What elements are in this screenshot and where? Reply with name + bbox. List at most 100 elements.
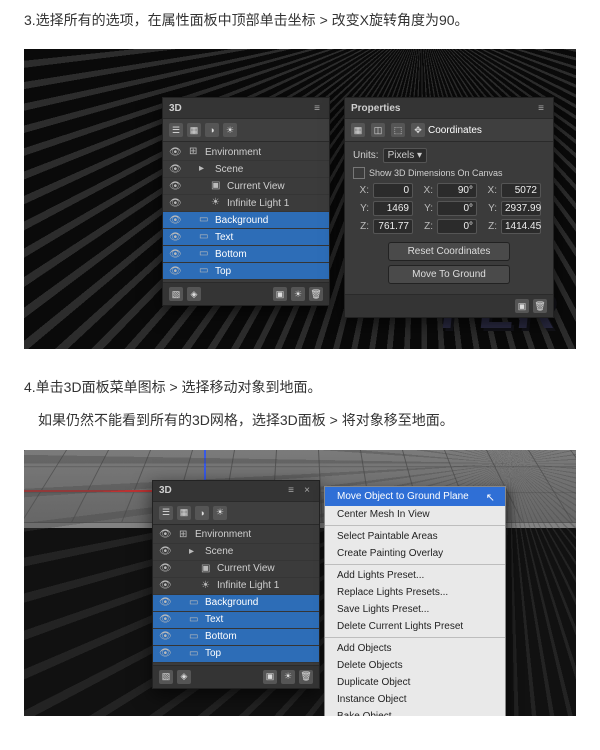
scene-item-environment[interactable]: 👁⊞Environment: [163, 144, 329, 161]
menu-separator: [325, 525, 505, 526]
visibility-eye-icon[interactable]: 👁: [169, 215, 181, 226]
visibility-eye-icon[interactable]: 👁: [159, 614, 171, 625]
z-pos[interactable]: 761.77: [373, 219, 413, 234]
visibility-eye-icon[interactable]: 👁: [169, 164, 181, 175]
scene-item-top[interactable]: 👁▭Top: [153, 646, 319, 663]
tab-coordinates[interactable]: ✥Coordinates: [411, 123, 482, 137]
render-icon[interactable]: ▣: [263, 670, 277, 684]
menu-item-add-objects[interactable]: Add Objects: [325, 640, 505, 657]
x-rot[interactable]: 90°: [437, 183, 477, 198]
item-label: Infinite Light 1: [227, 198, 289, 209]
units-dropdown[interactable]: Pixels ▾: [383, 148, 428, 163]
y-pos[interactable]: 1469: [373, 201, 413, 216]
filter-light-icon[interactable]: ☀: [223, 123, 237, 137]
x-pos[interactable]: 0: [373, 183, 413, 198]
new-light-icon[interactable]: ☀: [291, 287, 305, 301]
scene-item-current-view[interactable]: 👁▣Current View: [163, 178, 329, 195]
item-type-icon: ▸: [199, 163, 211, 175]
menu-item-center-mesh-in-view[interactable]: Center Mesh In View: [325, 506, 505, 523]
scene-item-scene[interactable]: 👁▸Scene: [163, 161, 329, 178]
filter-mesh-icon[interactable]: ▦: [177, 506, 191, 520]
menu-item-duplicate-object[interactable]: Duplicate Object: [325, 674, 505, 691]
visibility-eye-icon[interactable]: 👁: [159, 563, 171, 574]
z-scl[interactable]: 1414.45: [501, 219, 541, 234]
visibility-eye-icon[interactable]: 👁: [169, 249, 181, 260]
trash-icon[interactable]: 🗑: [299, 670, 313, 684]
y-rot-label: Y:: [417, 203, 433, 214]
scene-item-current-view[interactable]: 👁▣Current View: [153, 561, 319, 578]
show-dims-checkbox[interactable]: [353, 167, 365, 179]
visibility-eye-icon[interactable]: 👁: [159, 529, 171, 540]
trash-icon[interactable]: 🗑: [309, 287, 323, 301]
item-label: Environment: [195, 529, 251, 540]
menu-item-replace-lights-presets-[interactable]: Replace Lights Presets...: [325, 584, 505, 601]
menu-item-delete-current-lights-preset[interactable]: Delete Current Lights Preset: [325, 618, 505, 635]
scene-item-infinite-light-1[interactable]: 👁☀Infinite Light 1: [163, 195, 329, 212]
footer-icon[interactable]: ◈: [177, 670, 191, 684]
scene-item-background[interactable]: 👁▭Background: [153, 595, 319, 612]
visibility-eye-icon[interactable]: 👁: [169, 266, 181, 277]
reset-coordinates-button[interactable]: Reset Coordinates: [388, 242, 510, 261]
scene-item-bottom[interactable]: 👁▭Bottom: [163, 246, 329, 263]
tab-mesh[interactable]: ▦: [351, 123, 365, 137]
visibility-eye-icon[interactable]: 👁: [159, 597, 171, 608]
menu-item-select-paintable-areas[interactable]: Select Paintable Areas: [325, 528, 505, 545]
menu-item-create-painting-overlay[interactable]: Create Painting Overlay: [325, 545, 505, 562]
scene-item-text[interactable]: 👁▭Text: [153, 612, 319, 629]
panel-menu-icon[interactable]: ≡: [285, 485, 297, 497]
scene-item-background[interactable]: 👁▭Background: [163, 212, 329, 229]
visibility-eye-icon[interactable]: 👁: [169, 147, 181, 158]
close-icon[interactable]: ×: [301, 485, 313, 497]
footer-icon[interactable]: ◈: [187, 287, 201, 301]
visibility-eye-icon[interactable]: 👁: [169, 232, 181, 243]
filter-light-icon[interactable]: ☀: [213, 506, 227, 520]
filter-mesh-icon[interactable]: ▦: [187, 123, 201, 137]
visibility-eye-icon[interactable]: 👁: [159, 580, 171, 591]
render-icon[interactable]: ▣: [515, 299, 529, 313]
item-type-icon: ☀: [201, 580, 213, 592]
filter-material-icon[interactable]: ◑: [205, 123, 219, 137]
footer-icon[interactable]: ▧: [169, 287, 183, 301]
panel-properties-header[interactable]: Properties ≡: [345, 98, 553, 119]
scene-item-text[interactable]: 👁▭Text: [163, 229, 329, 246]
panel-3d-header[interactable]: 3D ≡ ×: [153, 481, 319, 502]
menu-item-move-object-to-ground-plane[interactable]: Move Object to Ground Plane↖: [325, 487, 505, 506]
panel-menu-icon[interactable]: ≡: [535, 102, 547, 114]
y-rot[interactable]: 0°: [437, 201, 477, 216]
move-to-ground-button[interactable]: Move To Ground: [388, 265, 510, 284]
footer-icon[interactable]: ▧: [159, 670, 173, 684]
menu-item-bake-object[interactable]: Bake Object: [325, 708, 505, 716]
y-scl-label: Y:: [481, 203, 497, 214]
render-icon[interactable]: ▣: [273, 287, 287, 301]
item-label: Infinite Light 1: [217, 580, 279, 591]
filter-material-icon[interactable]: ◑: [195, 506, 209, 520]
trash-icon[interactable]: 🗑: [533, 299, 547, 313]
filter-all-icon[interactable]: ☰: [159, 506, 173, 520]
panel-menu-icon[interactable]: ≡: [311, 102, 323, 114]
z-rot[interactable]: 0°: [437, 219, 477, 234]
scene-item-top[interactable]: 👁▭Top: [163, 263, 329, 280]
menu-item-delete-objects[interactable]: Delete Objects: [325, 657, 505, 674]
scene-item-scene[interactable]: 👁▸Scene: [153, 544, 319, 561]
scene-item-bottom[interactable]: 👁▭Bottom: [153, 629, 319, 646]
visibility-eye-icon[interactable]: 👁: [169, 198, 181, 209]
visibility-eye-icon[interactable]: 👁: [159, 648, 171, 659]
tab-cap[interactable]: ⬚: [391, 123, 405, 137]
menu-item-save-lights-preset-[interactable]: Save Lights Preset...: [325, 601, 505, 618]
menu-item-instance-object[interactable]: Instance Object: [325, 691, 505, 708]
visibility-eye-icon[interactable]: 👁: [159, 546, 171, 557]
new-light-icon[interactable]: ☀: [281, 670, 295, 684]
visibility-eye-icon[interactable]: 👁: [159, 631, 171, 642]
panel-properties-title: Properties: [351, 103, 531, 114]
tab-deform[interactable]: ◫: [371, 123, 385, 137]
visibility-eye-icon[interactable]: 👁: [169, 181, 181, 192]
filter-all-icon[interactable]: ☰: [169, 123, 183, 137]
scene-item-infinite-light-1[interactable]: 👁 ☀ Infinite Light 1: [153, 578, 319, 595]
y-scl[interactable]: 2937.99: [501, 201, 541, 216]
item-label: Environment: [205, 147, 261, 158]
panel-3d-header[interactable]: 3D ≡: [163, 98, 329, 119]
screenshot-2: 3D ≡ × ☰ ▦ ◑ ☀ 👁⊞Environment👁▸Scene👁▣Cur…: [24, 450, 576, 716]
scene-item-environment[interactable]: 👁⊞Environment: [153, 527, 319, 544]
x-scl[interactable]: 5072: [501, 183, 541, 198]
menu-item-add-lights-preset-[interactable]: Add Lights Preset...: [325, 567, 505, 584]
